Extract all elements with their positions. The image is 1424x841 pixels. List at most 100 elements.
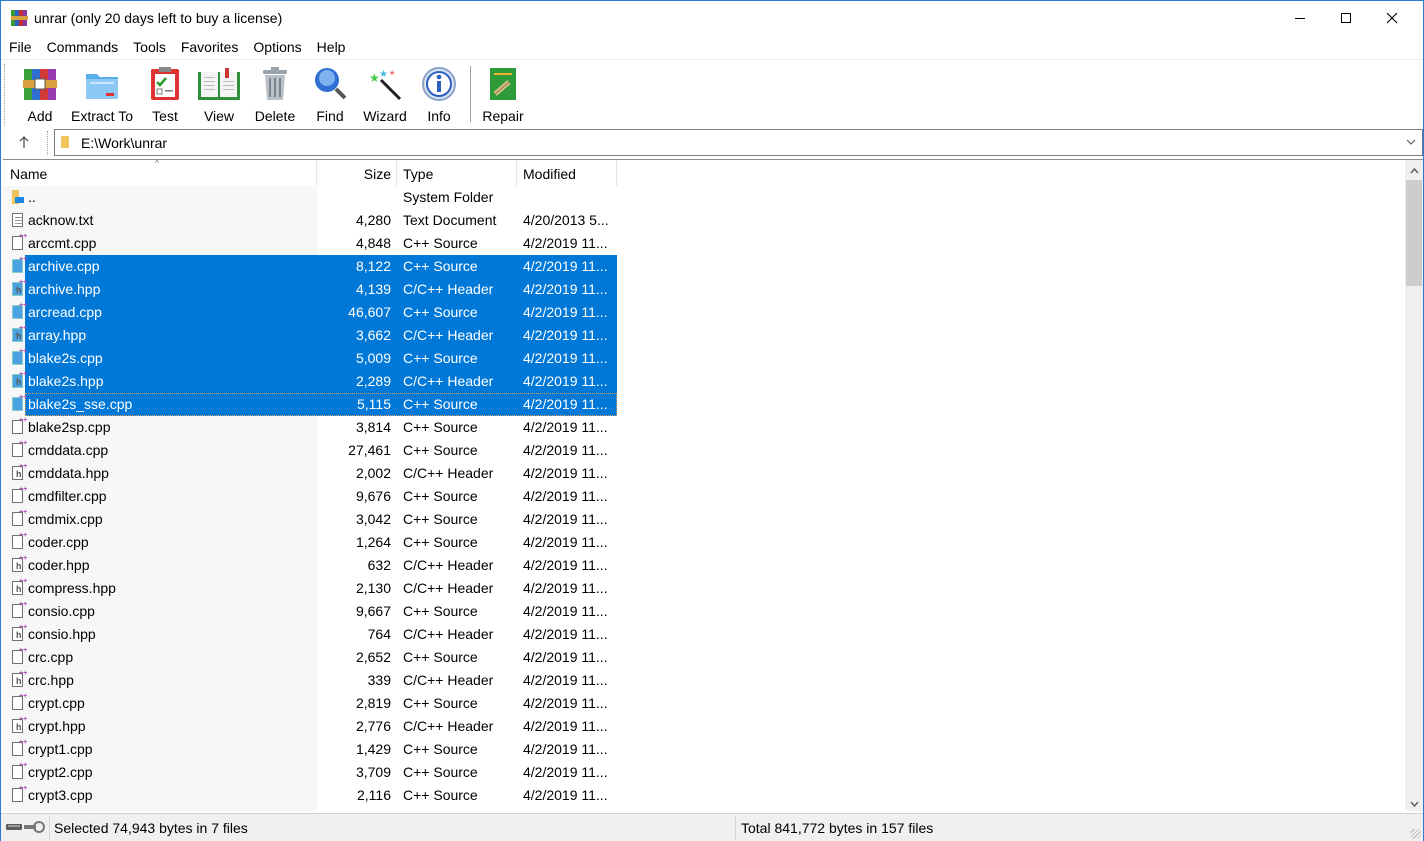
file-type: C/C++ Header — [403, 281, 493, 297]
file-row[interactable]: h++array.hpp3,662C/C++ Header4/2/2019 11… — [3, 324, 1403, 347]
file-row[interactable]: ++crypt1.cpp1,429C++ Source4/2/2019 11..… — [3, 738, 1403, 761]
header-file-icon: h++ — [11, 281, 25, 297]
file-row[interactable]: h++archive.hpp4,139C/C++ Header4/2/2019 … — [3, 278, 1403, 301]
address-path[interactable]: E:\Work\unrar — [81, 135, 167, 151]
file-modified: 4/2/2019 11... — [523, 258, 608, 274]
column-modified-label: Modified — [523, 166, 576, 182]
file-row[interactable]: ++arccmt.cpp4,848C++ Source4/2/2019 11..… — [3, 232, 1403, 255]
file-size: 4,848 — [303, 235, 391, 251]
maximize-button[interactable] — [1323, 1, 1369, 35]
cpp-file-icon: ++ — [11, 258, 25, 274]
file-row[interactable]: ++blake2s_sse.cpp5,115C++ Source4/2/2019… — [3, 393, 1403, 416]
chevron-down-icon — [1410, 801, 1419, 807]
menu-commands[interactable]: Commands — [39, 35, 126, 59]
file-size: 2,116 — [303, 787, 391, 803]
wizard-label: Wizard — [363, 108, 407, 124]
arrow-up-icon — [19, 136, 29, 148]
status-separator — [735, 816, 736, 840]
file-row[interactable]: ++archive.cpp8,122C++ Source4/2/2019 11.… — [3, 255, 1403, 278]
file-row[interactable]: ++crypt2.cpp3,709C++ Source4/2/2019 11..… — [3, 761, 1403, 784]
file-row[interactable]: ++crc.cpp2,652C++ Source4/2/2019 11... — [3, 646, 1403, 669]
menu-help[interactable]: Help — [309, 35, 353, 59]
file-row[interactable]: h++crypt.hpp2,776C/C++ Header4/2/2019 11… — [3, 715, 1403, 738]
file-type: C++ Source — [403, 258, 478, 274]
file-name: blake2s.hpp — [28, 373, 104, 389]
address-dropdown-button[interactable] — [1404, 135, 1418, 149]
svg-text:★: ★ — [389, 69, 395, 77]
view-button[interactable]: View — [197, 60, 241, 126]
minimize-button[interactable] — [1277, 1, 1323, 35]
column-header-modified[interactable]: Modified — [517, 160, 617, 186]
repair-button[interactable]: Repair — [483, 60, 523, 126]
scroll-down-button[interactable] — [1405, 795, 1423, 811]
file-row[interactable]: h++cmddata.hpp2,002C/C++ Header4/2/2019 … — [3, 462, 1403, 485]
extract-to-button[interactable]: Extract To — [71, 60, 133, 126]
resize-grip[interactable] — [1411, 829, 1421, 839]
menu-options[interactable]: Options — [245, 35, 308, 59]
up-folder-button[interactable] — [13, 131, 35, 153]
header-file-icon: h++ — [11, 580, 25, 596]
file-row[interactable]: ++blake2s.cpp5,009C++ Source4/2/2019 11.… — [3, 347, 1403, 370]
file-type: C++ Source — [403, 350, 478, 366]
cpp-file-icon: ++ — [11, 419, 25, 435]
file-row[interactable]: ++cmdfilter.cpp9,676C++ Source4/2/2019 1… — [3, 485, 1403, 508]
file-modified: 4/2/2019 11... — [523, 327, 608, 343]
file-row[interactable]: h++blake2s.hpp2,289C/C++ Header4/2/2019 … — [3, 370, 1403, 393]
column-header-type[interactable]: Type — [397, 160, 517, 186]
wizard-button[interactable]: ★★★ Wizard — [363, 60, 407, 126]
file-row[interactable]: ++cmddata.cpp27,461C++ Source4/2/2019 11… — [3, 439, 1403, 462]
winrar-app-icon[interactable] — [11, 10, 28, 26]
scrollbar-thumb[interactable] — [1406, 180, 1422, 286]
file-modified: 4/2/2019 11... — [523, 557, 608, 573]
file-row[interactable]: h++coder.hpp632C/C++ Header4/2/2019 11..… — [3, 554, 1403, 577]
file-row[interactable]: h++compress.hpp2,130C/C++ Header4/2/2019… — [3, 577, 1403, 600]
file-row[interactable]: ++crypt.cpp2,819C++ Source4/2/2019 11... — [3, 692, 1403, 715]
file-row[interactable]: ++consio.cpp9,667C++ Source4/2/2019 11..… — [3, 600, 1403, 623]
parent-folder-icon — [11, 189, 25, 205]
file-modified: 4/2/2019 11... — [523, 672, 608, 688]
toolbar-grip[interactable] — [4, 64, 6, 126]
file-name: cmdmix.cpp — [28, 511, 103, 527]
file-type: C/C++ Header — [403, 373, 493, 389]
close-button[interactable] — [1369, 1, 1415, 35]
info-button[interactable]: Info — [421, 60, 457, 126]
open-book-icon — [197, 66, 241, 102]
file-name: crypt1.cpp — [28, 741, 93, 757]
file-type: Text Document — [403, 212, 496, 228]
cpp-file-icon: ++ — [11, 534, 25, 550]
file-modified: 4/2/2019 11... — [523, 281, 608, 297]
file-name: crypt.cpp — [28, 695, 85, 711]
menu-tools[interactable]: Tools — [125, 35, 173, 59]
file-size: 4,139 — [303, 281, 391, 297]
file-row[interactable]: ++arcread.cpp46,607C++ Source4/2/2019 11… — [3, 301, 1403, 324]
file-list[interactable]: ^ Name Size Type Modified ..System Folde… — [3, 159, 1423, 811]
menu-file[interactable]: File — [1, 35, 39, 59]
file-row[interactable]: acknow.txt4,280Text Document4/20/2013 5.… — [3, 209, 1403, 232]
vertical-scrollbar[interactable] — [1405, 160, 1423, 811]
file-size: 3,814 — [303, 419, 391, 435]
test-button[interactable]: Test — [146, 60, 184, 126]
scroll-up-button[interactable] — [1405, 162, 1423, 179]
sort-ascending-icon: ^ — [155, 159, 159, 168]
file-row[interactable]: ++crypt3.cpp2,116C++ Source4/2/2019 11..… — [3, 784, 1403, 807]
file-type: C/C++ Header — [403, 557, 493, 573]
address-bar[interactable]: E:\Work\unrar — [54, 129, 1423, 156]
find-button[interactable]: Find — [313, 60, 347, 126]
delete-button[interactable]: Delete — [253, 60, 297, 126]
file-row[interactable]: ++blake2sp.cpp3,814C++ Source4/2/2019 11… — [3, 416, 1403, 439]
file-modified: 4/2/2019 11... — [523, 350, 608, 366]
cpp-file-icon: ++ — [11, 396, 25, 412]
column-header-name[interactable]: ^ Name — [3, 160, 317, 186]
file-row[interactable]: ..System Folder — [3, 186, 1403, 209]
file-row[interactable]: h++consio.hpp764C/C++ Header4/2/2019 11.… — [3, 623, 1403, 646]
cpp-file-icon: ++ — [11, 350, 25, 366]
file-row[interactable]: ++cmdmix.cpp3,042C++ Source4/2/2019 11..… — [3, 508, 1403, 531]
file-modified: 4/2/2019 11... — [523, 442, 608, 458]
column-header-size[interactable]: Size — [317, 160, 397, 186]
add-button[interactable]: Add — [21, 60, 59, 126]
menu-favorites[interactable]: Favorites — [173, 35, 246, 59]
file-row[interactable]: ++coder.cpp1,264C++ Source4/2/2019 11... — [3, 531, 1403, 554]
address-grip[interactable] — [47, 131, 48, 155]
file-row[interactable]: h++crc.hpp339C/C++ Header4/2/2019 11... — [3, 669, 1403, 692]
rar-books-icon — [22, 66, 58, 102]
